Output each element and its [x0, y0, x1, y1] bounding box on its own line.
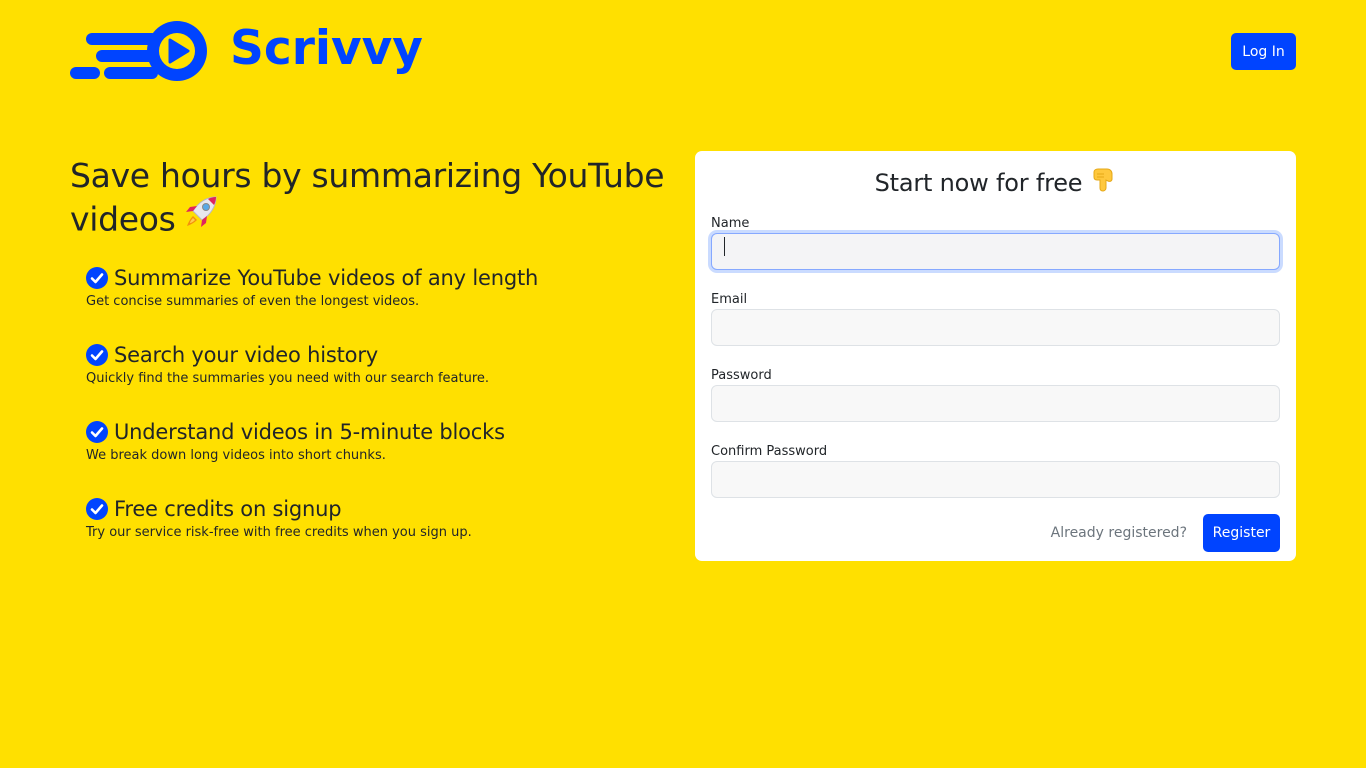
email-label: Email — [711, 292, 748, 307]
confirm-password-input[interactable] — [711, 461, 1280, 498]
form-title-text: Start now for free — [874, 169, 1083, 197]
register-button[interactable]: Register — [1203, 514, 1280, 552]
already-registered-link[interactable]: Already registered? — [1051, 525, 1187, 541]
check-circle-icon — [86, 421, 108, 443]
email-field-group: Email — [711, 290, 1280, 346]
hero-section: Save hours by summarizing YouTube videos… — [70, 154, 690, 571]
form-actions: Already registered? Register — [711, 514, 1280, 552]
hero-title: Save hours by summarizing YouTube videos — [70, 154, 690, 245]
text-cursor — [724, 237, 725, 256]
feature-description: Get concise summaries of even the longes… — [86, 294, 420, 309]
check-circle-icon — [86, 344, 108, 366]
feature-description: We break down long videos into short chu… — [86, 448, 386, 463]
login-button[interactable]: Log In — [1231, 33, 1296, 70]
password-input[interactable] — [711, 385, 1280, 422]
feature-description: Quickly find the summaries you need with… — [86, 371, 490, 386]
list-item: Free credits on signup Try our service r… — [86, 494, 690, 571]
confirm-password-field-group: Confirm Password — [711, 442, 1280, 498]
check-circle-icon — [86, 498, 108, 520]
pointing-down-icon — [1090, 166, 1116, 198]
form-title: Start now for free — [711, 168, 1280, 198]
hero-title-text: Save hours by summarizing YouTube videos — [70, 156, 665, 239]
list-item: Search your video history Quickly find t… — [86, 340, 690, 417]
password-label: Password — [711, 368, 772, 383]
feature-title: Free credits on signup — [114, 497, 342, 521]
confirm-password-label: Confirm Password — [711, 444, 828, 459]
register-card: Start now for free Name Email Password C… — [695, 151, 1296, 561]
list-item: Summarize YouTube videos of any length G… — [86, 263, 690, 340]
name-field-group: Name — [711, 214, 1280, 270]
rocket-icon — [182, 193, 220, 241]
feature-title: Understand videos in 5-minute blocks — [114, 420, 505, 444]
name-input[interactable] — [711, 233, 1280, 270]
feature-title: Search your video history — [114, 343, 378, 367]
password-field-group: Password — [711, 366, 1280, 422]
play-icon — [70, 21, 207, 81]
check-circle-icon — [86, 267, 108, 289]
feature-title: Summarize YouTube videos of any length — [114, 266, 539, 290]
list-item: Understand videos in 5-minute blocks We … — [86, 417, 690, 494]
email-input[interactable] — [711, 309, 1280, 346]
brand-name: Scrivvy — [230, 20, 423, 76]
feature-list: Summarize YouTube videos of any length G… — [86, 263, 690, 571]
brand-logo[interactable]: Scrivvy — [70, 20, 423, 82]
feature-description: Try our service risk-free with free cred… — [86, 525, 472, 540]
name-label: Name — [711, 216, 750, 231]
